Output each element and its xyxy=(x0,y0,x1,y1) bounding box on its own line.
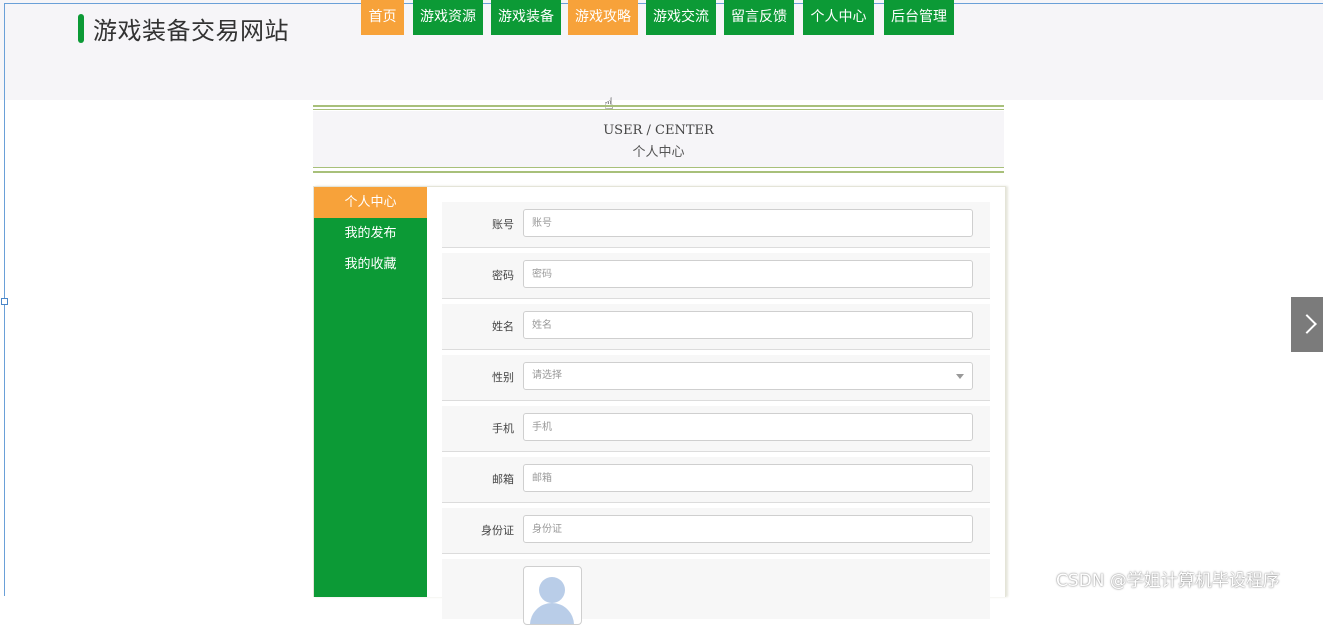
phone-input[interactable] xyxy=(523,413,973,441)
nav-feedback[interactable]: 留言反馈 xyxy=(724,0,794,35)
gender-select-value: 请选择 xyxy=(532,370,562,381)
resize-handle-left[interactable] xyxy=(1,298,8,305)
chevron-down-icon xyxy=(956,374,964,379)
gender-label: 性别 xyxy=(492,371,514,384)
avatar-body-shape xyxy=(530,603,574,624)
sidebar-item-my-posts[interactable]: 我的发布 xyxy=(314,218,427,249)
logo-mark xyxy=(78,14,84,43)
phone-label: 手机 xyxy=(492,422,514,435)
nav-game-guides[interactable]: 游戏攻略 xyxy=(568,0,638,35)
nav-game-exchange[interactable]: 游戏交流 xyxy=(646,0,716,35)
form-row-password: 密码 xyxy=(442,253,990,299)
account-label: 账号 xyxy=(492,218,514,231)
banner-line-top-1 xyxy=(313,105,1004,107)
form-row-account: 账号 xyxy=(442,202,990,248)
id-card-label: 身份证 xyxy=(481,524,514,537)
site-title: 游戏装备交易网站 xyxy=(93,17,289,45)
nav-admin[interactable]: 后台管理 xyxy=(884,0,954,35)
form-row-avatar xyxy=(442,559,990,625)
form-row-name: 姓名 xyxy=(442,304,990,350)
form-row-phone: 手机 xyxy=(442,406,990,452)
nav-game-equipment[interactable]: 游戏装备 xyxy=(491,0,561,35)
account-input[interactable] xyxy=(523,209,973,237)
sidebar: 个人中心 我的发布 我的收藏 xyxy=(314,187,427,597)
nav-home[interactable]: 首页 xyxy=(361,0,404,35)
banner-title-cn: 个人中心 xyxy=(632,145,685,160)
email-label: 邮箱 xyxy=(492,473,514,486)
name-input[interactable] xyxy=(523,311,973,339)
password-label: 密码 xyxy=(492,269,514,282)
form-row-email: 邮箱 xyxy=(442,457,990,503)
avatar-head-shape xyxy=(539,577,565,603)
sidebar-item-my-favorites[interactable]: 我的收藏 xyxy=(314,249,427,280)
profile-form: 账号 密码 姓名 性别 请选择 手机 邮箱 身份证 xyxy=(442,202,990,625)
watermark: CSDN @学姐计算机毕设程序 xyxy=(1056,571,1280,591)
sidebar-item-user-center[interactable]: 个人中心 xyxy=(314,187,427,218)
next-slide-button[interactable] xyxy=(1291,297,1323,352)
nav-user-center[interactable]: 个人中心 xyxy=(803,0,874,35)
email-input[interactable] xyxy=(523,464,973,492)
banner-line-bottom-1 xyxy=(313,167,1004,168)
name-label: 姓名 xyxy=(492,320,514,333)
form-row-id-card: 身份证 xyxy=(442,508,990,554)
nav-game-resources[interactable]: 游戏资源 xyxy=(413,0,483,35)
user-center-panel: 个人中心 我的发布 我的收藏 账号 密码 姓名 性别 请选择 手机 邮 xyxy=(313,186,1006,625)
password-input[interactable] xyxy=(523,260,973,288)
form-row-gender: 性别 请选择 xyxy=(442,355,990,401)
banner-line-bottom-2 xyxy=(313,171,1004,173)
banner-line-top-2 xyxy=(313,109,1004,110)
gender-select[interactable]: 请选择 xyxy=(523,362,973,390)
banner-title-en: USER / CENTER xyxy=(603,123,714,138)
chevron-right-icon xyxy=(1297,314,1317,334)
id-card-input[interactable] xyxy=(523,515,973,543)
section-banner: USER / CENTER 个人中心 xyxy=(313,111,1004,167)
